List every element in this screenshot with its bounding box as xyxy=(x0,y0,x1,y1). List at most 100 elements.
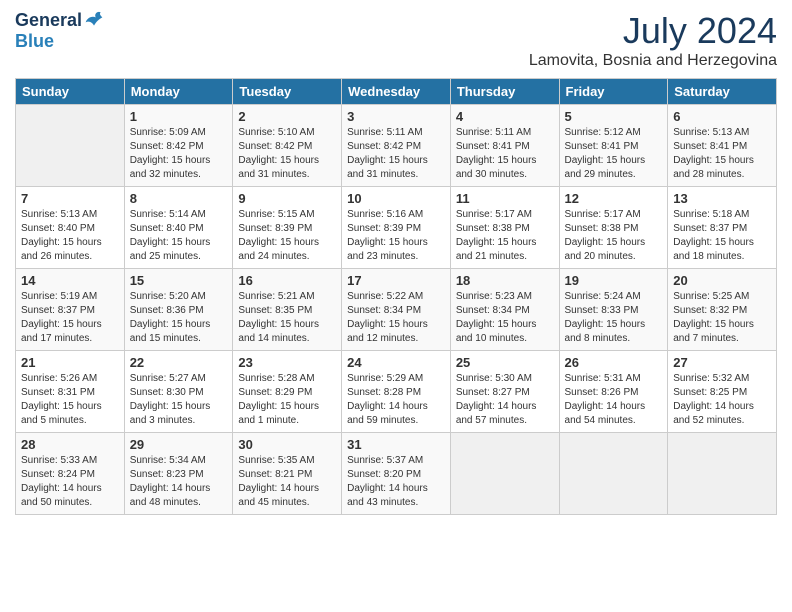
calendar-week-row: 21 Sunrise: 5:26 AM Sunset: 8:31 PM Dayli… xyxy=(16,351,777,433)
table-row: 19Sunrise: 5:24 AM Sunset: 8:33 PM Dayli… xyxy=(559,269,668,351)
table-row: 17Sunrise: 5:22 AM Sunset: 8:34 PM Dayli… xyxy=(342,269,451,351)
table-row: 24 Sunrise: 5:29 AM Sunset: 8:28 PM Dayli… xyxy=(342,351,451,433)
day-number: 11 xyxy=(456,191,554,206)
calendar-week-row: 1 Sunrise: 5:09 AM Sunset: 8:42 PM Daylig… xyxy=(16,105,777,187)
table-row: 3Sunrise: 5:11 AM Sunset: 8:42 PM Daylig… xyxy=(342,105,451,187)
header-friday: Friday xyxy=(559,79,668,105)
day-number: 17 xyxy=(347,273,445,288)
day-info: Sunrise: 5:25 AM Sunset: 8:32 PM Dayligh… xyxy=(673,290,771,346)
table-row: 11 Sunrise: 5:17 AM Sunset: 8:38 PM Dayli… xyxy=(450,187,559,269)
table-row: 15 Sunrise: 5:20 AM Sunset: 8:36 PM Dayli… xyxy=(124,269,233,351)
day-info: Sunrise: 5:13 AM Sunset: 8:41 PM Dayligh… xyxy=(673,126,771,182)
calendar-week-row: 28 Sunrise: 5:33 AM Sunset: 8:24 PM Dayli… xyxy=(16,433,777,515)
day-number: 31 xyxy=(347,437,445,452)
day-info: Sunrise: 5:33 AM Sunset: 8:24 PM Dayligh… xyxy=(21,454,119,510)
day-info: Sunrise: 5:34 AM Sunset: 8:23 PM Dayligh… xyxy=(130,454,228,510)
day-info: Sunrise: 5:20 AM Sunset: 8:36 PM Dayligh… xyxy=(130,290,228,346)
day-info: Sunrise: 5:23 AM Sunset: 8:34 PM Dayligh… xyxy=(456,290,554,346)
day-info: Sunrise: 5:31 AM Sunset: 8:26 PM Dayligh… xyxy=(565,372,663,428)
day-number: 7 xyxy=(21,191,119,206)
day-info: Sunrise: 5:09 AM Sunset: 8:42 PM Dayligh… xyxy=(130,126,228,182)
day-info: Sunrise: 5:12 AM Sunset: 8:41 PM Dayligh… xyxy=(565,126,663,182)
location-label: Lamovita, Bosnia and Herzegovina xyxy=(529,52,777,70)
table-row: 13Sunrise: 5:18 AM Sunset: 8:37 PM Dayli… xyxy=(668,187,777,269)
day-info: Sunrise: 5:32 AM Sunset: 8:25 PM Dayligh… xyxy=(673,372,771,428)
day-info: Sunrise: 5:37 AM Sunset: 8:20 PM Dayligh… xyxy=(347,454,445,510)
day-info: Sunrise: 5:19 AM Sunset: 8:37 PM Dayligh… xyxy=(21,290,119,346)
page: General Blue July 2024 Lamovita, Bosnia … xyxy=(0,0,792,612)
day-info: Sunrise: 5:35 AM Sunset: 8:21 PM Dayligh… xyxy=(238,454,336,510)
table-row: 5Sunrise: 5:12 AM Sunset: 8:41 PM Daylig… xyxy=(559,105,668,187)
day-number: 25 xyxy=(456,355,554,370)
day-number: 19 xyxy=(565,273,663,288)
day-info: Sunrise: 5:10 AM Sunset: 8:42 PM Dayligh… xyxy=(238,126,336,182)
logo-general: General xyxy=(15,10,82,31)
table-row: 30 Sunrise: 5:35 AM Sunset: 8:21 PM Dayli… xyxy=(233,433,342,515)
header: General Blue July 2024 Lamovita, Bosnia … xyxy=(15,10,777,70)
calendar-week-row: 14 Sunrise: 5:19 AM Sunset: 8:37 PM Dayli… xyxy=(16,269,777,351)
table-row: 9 Sunrise: 5:15 AM Sunset: 8:39 PM Daylig… xyxy=(233,187,342,269)
day-number: 2 xyxy=(238,109,336,124)
table-row: 28 Sunrise: 5:33 AM Sunset: 8:24 PM Dayli… xyxy=(16,433,125,515)
day-number: 20 xyxy=(673,273,771,288)
day-number: 26 xyxy=(565,355,663,370)
day-info: Sunrise: 5:18 AM Sunset: 8:37 PM Dayligh… xyxy=(673,208,771,264)
day-info: Sunrise: 5:17 AM Sunset: 8:38 PM Dayligh… xyxy=(565,208,663,264)
day-number: 23 xyxy=(238,355,336,370)
day-number: 29 xyxy=(130,437,228,452)
table-row: 25 Sunrise: 5:30 AM Sunset: 8:27 PM Dayli… xyxy=(450,351,559,433)
header-wednesday: Wednesday xyxy=(342,79,451,105)
table-row: 10Sunrise: 5:16 AM Sunset: 8:39 PM Dayli… xyxy=(342,187,451,269)
table-row: 4Sunrise: 5:11 AM Sunset: 8:41 PM Daylig… xyxy=(450,105,559,187)
day-number: 12 xyxy=(565,191,663,206)
table-row xyxy=(450,433,559,515)
day-info: Sunrise: 5:26 AM Sunset: 8:31 PM Dayligh… xyxy=(21,372,119,428)
table-row: 14 Sunrise: 5:19 AM Sunset: 8:37 PM Dayli… xyxy=(16,269,125,351)
table-row xyxy=(668,433,777,515)
table-row: 26 Sunrise: 5:31 AM Sunset: 8:26 PM Dayli… xyxy=(559,351,668,433)
logo-blue: Blue xyxy=(15,31,54,52)
day-number: 21 xyxy=(21,355,119,370)
table-row: 20 Sunrise: 5:25 AM Sunset: 8:32 PM Dayli… xyxy=(668,269,777,351)
table-row: 27Sunrise: 5:32 AM Sunset: 8:25 PM Dayli… xyxy=(668,351,777,433)
day-info: Sunrise: 5:29 AM Sunset: 8:28 PM Dayligh… xyxy=(347,372,445,428)
logo-bird-icon xyxy=(84,10,104,28)
month-year-title: July 2024 xyxy=(529,10,777,52)
day-info: Sunrise: 5:17 AM Sunset: 8:38 PM Dayligh… xyxy=(456,208,554,264)
day-number: 22 xyxy=(130,355,228,370)
day-number: 14 xyxy=(21,273,119,288)
table-row: 12 Sunrise: 5:17 AM Sunset: 8:38 PM Dayli… xyxy=(559,187,668,269)
day-number: 15 xyxy=(130,273,228,288)
day-number: 28 xyxy=(21,437,119,452)
header-tuesday: Tuesday xyxy=(233,79,342,105)
table-row: 31 Sunrise: 5:37 AM Sunset: 8:20 PM Dayli… xyxy=(342,433,451,515)
header-thursday: Thursday xyxy=(450,79,559,105)
day-info: Sunrise: 5:14 AM Sunset: 8:40 PM Dayligh… xyxy=(130,208,228,264)
day-info: Sunrise: 5:30 AM Sunset: 8:27 PM Dayligh… xyxy=(456,372,554,428)
day-number: 16 xyxy=(238,273,336,288)
calendar-header-row: Sunday Monday Tuesday Wednesday Thursday… xyxy=(16,79,777,105)
day-info: Sunrise: 5:15 AM Sunset: 8:39 PM Dayligh… xyxy=(238,208,336,264)
day-info: Sunrise: 5:28 AM Sunset: 8:29 PM Dayligh… xyxy=(238,372,336,428)
calendar-week-row: 7 Sunrise: 5:13 AM Sunset: 8:40 PM Daylig… xyxy=(16,187,777,269)
day-number: 9 xyxy=(238,191,336,206)
title-area: July 2024 Lamovita, Bosnia and Herzegovi… xyxy=(529,10,777,70)
table-row: 1 Sunrise: 5:09 AM Sunset: 8:42 PM Daylig… xyxy=(124,105,233,187)
table-row: 22Sunrise: 5:27 AM Sunset: 8:30 PM Dayli… xyxy=(124,351,233,433)
table-row: 8 Sunrise: 5:14 AM Sunset: 8:40 PM Daylig… xyxy=(124,187,233,269)
day-number: 24 xyxy=(347,355,445,370)
day-info: Sunrise: 5:21 AM Sunset: 8:35 PM Dayligh… xyxy=(238,290,336,346)
table-row: 21 Sunrise: 5:26 AM Sunset: 8:31 PM Dayli… xyxy=(16,351,125,433)
table-row: 7 Sunrise: 5:13 AM Sunset: 8:40 PM Daylig… xyxy=(16,187,125,269)
day-number: 1 xyxy=(130,109,228,124)
table-row: 29 Sunrise: 5:34 AM Sunset: 8:23 PM Dayli… xyxy=(124,433,233,515)
calendar-table: Sunday Monday Tuesday Wednesday Thursday… xyxy=(15,78,777,515)
table-row: 18Sunrise: 5:23 AM Sunset: 8:34 PM Dayli… xyxy=(450,269,559,351)
day-info: Sunrise: 5:16 AM Sunset: 8:39 PM Dayligh… xyxy=(347,208,445,264)
table-row: 2 Sunrise: 5:10 AM Sunset: 8:42 PM Daylig… xyxy=(233,105,342,187)
day-info: Sunrise: 5:13 AM Sunset: 8:40 PM Dayligh… xyxy=(21,208,119,264)
table-row: 6Sunrise: 5:13 AM Sunset: 8:41 PM Daylig… xyxy=(668,105,777,187)
day-number: 8 xyxy=(130,191,228,206)
day-number: 30 xyxy=(238,437,336,452)
header-monday: Monday xyxy=(124,79,233,105)
